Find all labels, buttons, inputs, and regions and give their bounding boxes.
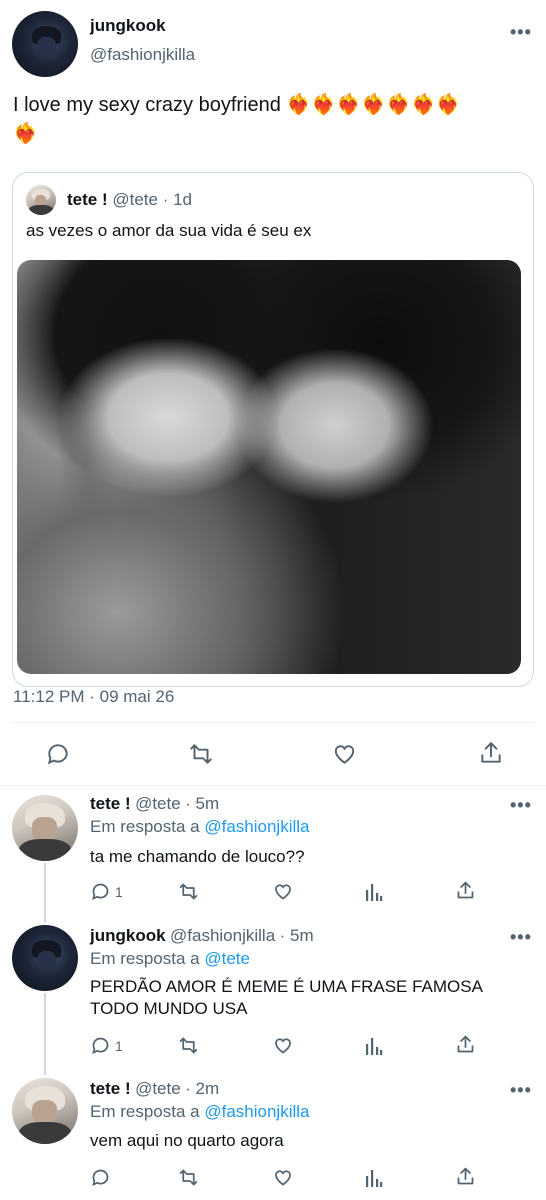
like-icon[interactable]	[272, 881, 294, 902]
quoted-author-handle: @tete	[112, 190, 158, 209]
reply-text: ta me chamando de louco??	[90, 846, 305, 868]
reply-target-link[interactable]: @fashionjkilla	[204, 1102, 309, 1121]
quoted-text: as vezes o amor da sua vida é seu ex	[26, 221, 312, 240]
reply-author-handle[interactable]: @tete	[135, 794, 181, 813]
analytics-icon[interactable]	[364, 1035, 384, 1056]
retweet-icon[interactable]	[177, 881, 200, 902]
tweet-text-line: I love my sexy crazy boyfriend ❤️‍🔥❤️‍🔥❤…	[13, 94, 461, 116]
more-icon[interactable]: •••	[510, 927, 532, 948]
reply-context: Em resposta a @fashionjkilla	[90, 817, 309, 837]
quoted-author-avatar	[26, 185, 56, 215]
retweet-icon[interactable]	[177, 1035, 200, 1056]
tweet-timestamp[interactable]: 11:12 PM · 09 mai 26	[13, 687, 174, 707]
author-handle[interactable]: @fashionjkilla	[90, 45, 195, 65]
reply-avatar[interactable]	[12, 1078, 78, 1144]
share-icon[interactable]	[455, 1034, 476, 1055]
quoted-header: tete ! @tete · 1d	[67, 190, 192, 210]
more-icon[interactable]: •••	[510, 1080, 532, 1101]
reply-avatar[interactable]	[12, 795, 78, 861]
like-icon[interactable]	[272, 1035, 294, 1056]
reply-text-line: vem aqui no quarto agora	[90, 1131, 284, 1150]
reply-prefix: Em resposta a	[90, 949, 200, 968]
reply-context: Em resposta a @tete	[90, 949, 250, 969]
analytics-icon[interactable]	[364, 881, 384, 902]
reply-context: Em resposta a @fashionjkilla	[90, 1102, 309, 1122]
divider	[0, 785, 546, 786]
reply-prefix: Em resposta a	[90, 817, 200, 836]
reply-author-name[interactable]: jungkook	[90, 926, 166, 945]
reply-prefix: Em resposta a	[90, 1102, 200, 1121]
tweet-text: I love my sexy crazy boyfriend ❤️‍🔥❤️‍🔥❤…	[13, 91, 538, 149]
reply-icon[interactable]	[45, 741, 71, 767]
reply-author-handle[interactable]: @fashionjkilla	[170, 926, 275, 945]
reply-count: 1	[115, 884, 123, 900]
reply-text-line: ta me chamando de louco??	[90, 847, 305, 866]
reply-avatar[interactable]	[12, 925, 78, 991]
share-icon[interactable]	[455, 1166, 476, 1187]
reply-icon[interactable]	[90, 881, 111, 902]
analytics-icon[interactable]	[364, 1167, 384, 1188]
reply-text: vem aqui no quarto agora	[90, 1130, 284, 1152]
retweet-icon[interactable]	[187, 741, 215, 767]
reply-author-handle[interactable]: @tete	[135, 1079, 181, 1098]
reply-author-name[interactable]: tete !	[90, 794, 131, 813]
reply-time[interactable]: · 2m	[185, 1079, 219, 1098]
thread-line	[44, 863, 46, 923]
reply-time[interactable]: · 5m	[185, 794, 219, 813]
reply-time[interactable]: · 5m	[280, 926, 314, 945]
quoted-author-name: tete !	[67, 190, 108, 209]
reply-count: 1	[115, 1038, 123, 1054]
quoted-time: · 1d	[162, 190, 193, 209]
reply-target-link[interactable]: @tete	[204, 949, 250, 968]
reply-icon[interactable]	[90, 1035, 111, 1056]
tweet-text-line: ❤️‍🔥	[13, 123, 38, 145]
more-icon[interactable]: •••	[510, 22, 532, 43]
reply-header: tete ! @tete · 2m	[90, 1079, 219, 1099]
quoted-tweet-card[interactable]: tete ! @tete · 1d as vezes o amor da sua…	[12, 172, 534, 687]
quoted-photo[interactable]	[17, 260, 521, 674]
author-avatar[interactable]	[12, 11, 78, 77]
author-name[interactable]: jungkook	[90, 16, 166, 36]
reply-text-line: TODO MUNDO USA	[90, 999, 248, 1018]
reply-text: PERDÃO AMOR É MEME É UMA FRASE FAMOSA TO…	[90, 976, 483, 1020]
reply-header: jungkook @fashionjkilla · 5m	[90, 926, 314, 946]
retweet-icon[interactable]	[177, 1167, 200, 1188]
like-icon[interactable]	[272, 1167, 294, 1188]
reply-author-name[interactable]: tete !	[90, 1079, 131, 1098]
reply-text-line: PERDÃO AMOR É MEME É UMA FRASE FAMOSA	[90, 977, 483, 996]
more-icon[interactable]: •••	[510, 795, 532, 816]
divider	[12, 722, 534, 723]
share-icon[interactable]	[455, 880, 476, 901]
reply-target-link[interactable]: @fashionjkilla	[204, 817, 309, 836]
share-icon[interactable]	[478, 740, 504, 766]
reply-icon[interactable]	[90, 1167, 111, 1188]
like-icon[interactable]	[331, 741, 358, 767]
reply-header: tete ! @tete · 5m	[90, 794, 219, 814]
thread-line	[44, 993, 46, 1075]
